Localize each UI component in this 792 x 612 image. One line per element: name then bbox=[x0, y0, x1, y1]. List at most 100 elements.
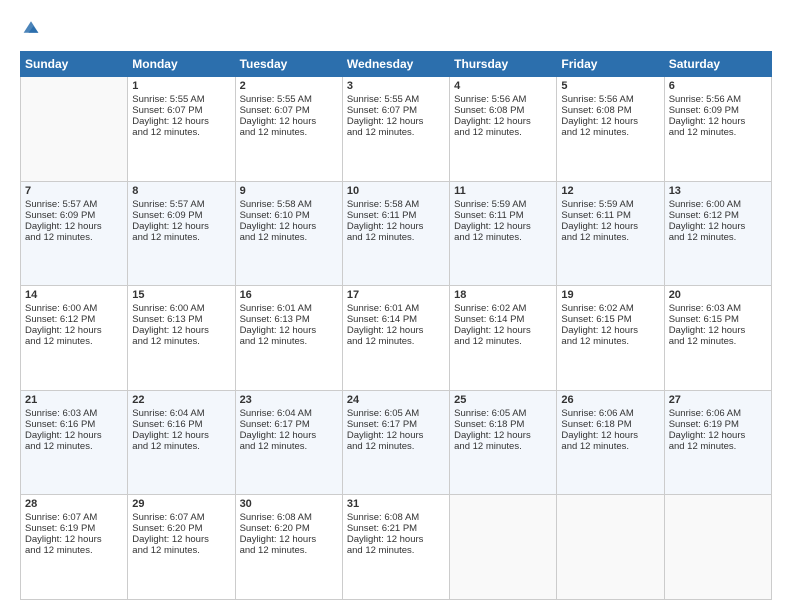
cell-info-line: Sunrise: 6:02 AM bbox=[561, 303, 659, 314]
cell-info-line: and 12 minutes. bbox=[25, 232, 123, 243]
calendar-cell: 25Sunrise: 6:05 AMSunset: 6:18 PMDayligh… bbox=[450, 390, 557, 495]
cell-info-line: Sunset: 6:14 PM bbox=[454, 314, 552, 325]
calendar-cell: 10Sunrise: 5:58 AMSunset: 6:11 PMDayligh… bbox=[342, 181, 449, 286]
cell-info-line: Sunset: 6:11 PM bbox=[454, 210, 552, 221]
cell-info-line: Daylight: 12 hours bbox=[561, 116, 659, 127]
day-number: 24 bbox=[347, 394, 445, 406]
day-number: 9 bbox=[240, 185, 338, 197]
cell-info-line: Daylight: 12 hours bbox=[669, 325, 767, 336]
weekday-header-saturday: Saturday bbox=[664, 52, 771, 77]
cell-info-line: Sunset: 6:15 PM bbox=[669, 314, 767, 325]
cell-info-line: Daylight: 12 hours bbox=[454, 116, 552, 127]
cell-info-line: Sunset: 6:13 PM bbox=[132, 314, 230, 325]
cell-info-line: Sunset: 6:19 PM bbox=[669, 419, 767, 430]
calendar-cell: 21Sunrise: 6:03 AMSunset: 6:16 PMDayligh… bbox=[21, 390, 128, 495]
calendar-cell: 20Sunrise: 6:03 AMSunset: 6:15 PMDayligh… bbox=[664, 286, 771, 391]
cell-info-line: and 12 minutes. bbox=[132, 441, 230, 452]
weekday-header-row: SundayMondayTuesdayWednesdayThursdayFrid… bbox=[21, 52, 772, 77]
calendar-cell: 27Sunrise: 6:06 AMSunset: 6:19 PMDayligh… bbox=[664, 390, 771, 495]
day-number: 21 bbox=[25, 394, 123, 406]
calendar-cell bbox=[21, 77, 128, 182]
cell-info-line: Daylight: 12 hours bbox=[669, 221, 767, 232]
cell-info-line: Sunrise: 6:04 AM bbox=[132, 408, 230, 419]
cell-info-line: Sunrise: 6:05 AM bbox=[347, 408, 445, 419]
calendar-cell: 3Sunrise: 5:55 AMSunset: 6:07 PMDaylight… bbox=[342, 77, 449, 182]
cell-info-line: and 12 minutes. bbox=[347, 545, 445, 556]
week-row-5: 28Sunrise: 6:07 AMSunset: 6:19 PMDayligh… bbox=[21, 495, 772, 600]
cell-info-line: Sunset: 6:20 PM bbox=[132, 523, 230, 534]
cell-info-line: Sunset: 6:09 PM bbox=[25, 210, 123, 221]
cell-info-line: Sunset: 6:15 PM bbox=[561, 314, 659, 325]
day-number: 12 bbox=[561, 185, 659, 197]
cell-info-line: Sunrise: 5:56 AM bbox=[669, 94, 767, 105]
cell-info-line: Sunrise: 6:08 AM bbox=[347, 512, 445, 523]
cell-info-line: Sunrise: 6:06 AM bbox=[669, 408, 767, 419]
cell-info-line: Sunset: 6:09 PM bbox=[669, 105, 767, 116]
cell-info-line: Sunset: 6:19 PM bbox=[25, 523, 123, 534]
cell-info-line: Sunrise: 6:06 AM bbox=[561, 408, 659, 419]
cell-info-line: and 12 minutes. bbox=[561, 232, 659, 243]
cell-info-line: and 12 minutes. bbox=[561, 441, 659, 452]
cell-info-line: Daylight: 12 hours bbox=[132, 430, 230, 441]
weekday-header-friday: Friday bbox=[557, 52, 664, 77]
cell-info-line: and 12 minutes. bbox=[240, 545, 338, 556]
cell-info-line: Daylight: 12 hours bbox=[561, 221, 659, 232]
cell-info-line: Daylight: 12 hours bbox=[25, 534, 123, 545]
cell-info-line: Sunrise: 5:55 AM bbox=[240, 94, 338, 105]
calendar-cell: 15Sunrise: 6:00 AMSunset: 6:13 PMDayligh… bbox=[128, 286, 235, 391]
calendar-cell bbox=[450, 495, 557, 600]
day-number: 28 bbox=[25, 498, 123, 510]
day-number: 25 bbox=[454, 394, 552, 406]
cell-info-line: and 12 minutes. bbox=[25, 336, 123, 347]
cell-info-line: Sunset: 6:20 PM bbox=[240, 523, 338, 534]
cell-info-line: and 12 minutes. bbox=[132, 127, 230, 138]
cell-info-line: Daylight: 12 hours bbox=[240, 534, 338, 545]
header bbox=[20, 18, 772, 41]
cell-info-line: Daylight: 12 hours bbox=[347, 221, 445, 232]
logo-icon bbox=[22, 18, 40, 36]
cell-info-line: Sunset: 6:11 PM bbox=[561, 210, 659, 221]
cell-info-line: Sunset: 6:10 PM bbox=[240, 210, 338, 221]
cell-info-line: Sunset: 6:09 PM bbox=[132, 210, 230, 221]
calendar-cell: 8Sunrise: 5:57 AMSunset: 6:09 PMDaylight… bbox=[128, 181, 235, 286]
cell-info-line: Sunrise: 6:01 AM bbox=[347, 303, 445, 314]
calendar-cell: 28Sunrise: 6:07 AMSunset: 6:19 PMDayligh… bbox=[21, 495, 128, 600]
cell-info-line: Sunrise: 6:03 AM bbox=[669, 303, 767, 314]
cell-info-line: and 12 minutes. bbox=[25, 545, 123, 556]
week-row-1: 1Sunrise: 5:55 AMSunset: 6:07 PMDaylight… bbox=[21, 77, 772, 182]
cell-info-line: and 12 minutes. bbox=[240, 336, 338, 347]
cell-info-line: and 12 minutes. bbox=[347, 441, 445, 452]
cell-info-line: and 12 minutes. bbox=[240, 127, 338, 138]
cell-info-line: Sunrise: 5:57 AM bbox=[132, 199, 230, 210]
calendar-cell: 17Sunrise: 6:01 AMSunset: 6:14 PMDayligh… bbox=[342, 286, 449, 391]
day-number: 6 bbox=[669, 80, 767, 92]
cell-info-line: and 12 minutes. bbox=[454, 232, 552, 243]
weekday-header-sunday: Sunday bbox=[21, 52, 128, 77]
cell-info-line: and 12 minutes. bbox=[669, 441, 767, 452]
cell-info-line: Daylight: 12 hours bbox=[454, 430, 552, 441]
cell-info-line: Sunset: 6:07 PM bbox=[132, 105, 230, 116]
cell-info-line: Daylight: 12 hours bbox=[25, 430, 123, 441]
cell-info-line: and 12 minutes. bbox=[132, 232, 230, 243]
cell-info-line: Daylight: 12 hours bbox=[25, 221, 123, 232]
cell-info-line: Sunset: 6:18 PM bbox=[561, 419, 659, 430]
day-number: 1 bbox=[132, 80, 230, 92]
cell-info-line: Sunrise: 6:04 AM bbox=[240, 408, 338, 419]
cell-info-line: Sunset: 6:07 PM bbox=[347, 105, 445, 116]
day-number: 17 bbox=[347, 289, 445, 301]
cell-info-line: Daylight: 12 hours bbox=[561, 325, 659, 336]
cell-info-line: Daylight: 12 hours bbox=[561, 430, 659, 441]
cell-info-line: Daylight: 12 hours bbox=[669, 430, 767, 441]
day-number: 2 bbox=[240, 80, 338, 92]
calendar-cell: 1Sunrise: 5:55 AMSunset: 6:07 PMDaylight… bbox=[128, 77, 235, 182]
cell-info-line: Sunrise: 5:58 AM bbox=[347, 199, 445, 210]
cell-info-line: Sunset: 6:17 PM bbox=[347, 419, 445, 430]
cell-info-line: Sunrise: 5:55 AM bbox=[347, 94, 445, 105]
week-row-4: 21Sunrise: 6:03 AMSunset: 6:16 PMDayligh… bbox=[21, 390, 772, 495]
calendar-cell: 13Sunrise: 6:00 AMSunset: 6:12 PMDayligh… bbox=[664, 181, 771, 286]
cell-info-line: and 12 minutes. bbox=[669, 127, 767, 138]
calendar-cell: 22Sunrise: 6:04 AMSunset: 6:16 PMDayligh… bbox=[128, 390, 235, 495]
calendar-cell: 5Sunrise: 5:56 AMSunset: 6:08 PMDaylight… bbox=[557, 77, 664, 182]
day-number: 29 bbox=[132, 498, 230, 510]
cell-info-line: Sunrise: 5:56 AM bbox=[454, 94, 552, 105]
